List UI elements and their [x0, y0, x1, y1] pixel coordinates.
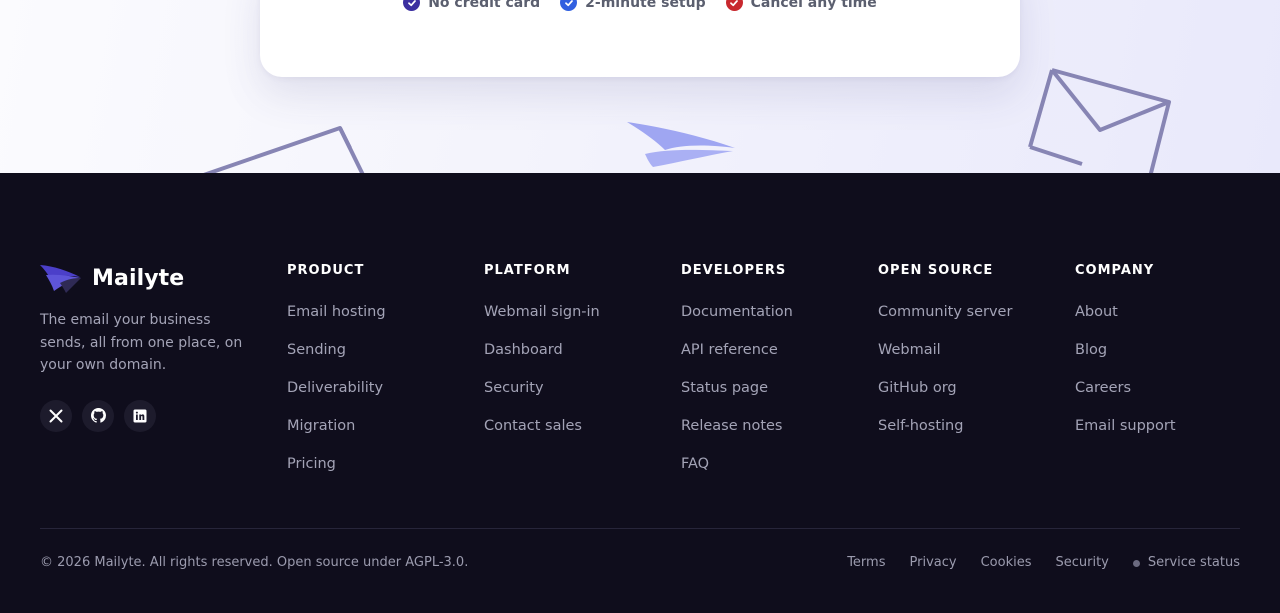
- x-social-button[interactable]: [40, 399, 72, 432]
- column-title: PLATFORM: [484, 263, 571, 278]
- github-icon: [90, 408, 106, 423]
- legal-link-security[interactable]: Security: [1055, 554, 1108, 572]
- footer-link-webmail-sign-in[interactable]: Webmail sign-in: [484, 303, 600, 321]
- check-circle-icon: [560, 0, 578, 11]
- perk-quick-setup: 2-minute setup: [560, 0, 706, 11]
- footer-link-careers[interactable]: Careers: [1075, 379, 1131, 397]
- linkedin-icon: [133, 409, 147, 422]
- footer-link-blog[interactable]: Blog: [1075, 341, 1107, 359]
- service-status-link[interactable]: Service status: [1132, 554, 1240, 572]
- perk-label: No credit card: [428, 0, 541, 11]
- perk-label: 2-minute setup: [585, 0, 706, 11]
- footer-link-migration[interactable]: Migration: [287, 417, 355, 435]
- site-footer: Mailyte The email your business sends, a…: [0, 173, 1280, 613]
- footer-link-webmail[interactable]: Webmail: [878, 341, 941, 359]
- legal-link-cookies[interactable]: Cookies: [981, 554, 1032, 572]
- brand-logo-link[interactable]: Mailyte: [40, 261, 260, 295]
- brand-tagline: The email your business sends, all from …: [40, 312, 243, 373]
- copyright-text: © 2026 Mailyte. All rights reserved. Ope…: [40, 555, 469, 570]
- footer-link-faq[interactable]: FAQ: [681, 455, 709, 473]
- footer-link-api-reference[interactable]: API reference: [681, 341, 778, 359]
- footer-link-status-page[interactable]: Status page: [681, 379, 768, 397]
- column-title: OPEN SOURCE: [878, 263, 994, 278]
- footer-divider: [40, 528, 1240, 529]
- footer-brand: Mailyte The email your business sends, a…: [40, 261, 260, 432]
- column-title: COMPANY: [1075, 263, 1155, 278]
- footer-link-email-hosting[interactable]: Email hosting: [287, 303, 386, 321]
- github-social-button[interactable]: [82, 399, 114, 432]
- legal-link-privacy[interactable]: Privacy: [910, 554, 957, 572]
- legal-link-terms[interactable]: Terms: [847, 554, 885, 572]
- footer-link-about[interactable]: About: [1075, 303, 1118, 321]
- linkedin-social-button[interactable]: [124, 399, 156, 432]
- paper-plane-decoration: [627, 122, 735, 167]
- x-icon: [49, 409, 63, 422]
- footer-link-contact-sales[interactable]: Contact sales: [484, 417, 582, 435]
- social-links: [40, 399, 260, 432]
- footer-link-dashboard[interactable]: Dashboard: [484, 341, 563, 359]
- envelope-decoration-right: [1028, 68, 1171, 173]
- mailyte-logo-icon: [40, 265, 81, 293]
- footer-link-deliverability[interactable]: Deliverability: [287, 379, 383, 397]
- footer-link-email-support[interactable]: Email support: [1075, 417, 1176, 435]
- footer-link-community-server[interactable]: Community server: [878, 303, 1012, 321]
- footer-link-sending[interactable]: Sending: [287, 341, 346, 359]
- footer-column-product: PRODUCT Email hosting Sending Deliverabi…: [287, 263, 386, 491]
- footer-column-developers: DEVELOPERS Documentation API reference S…: [681, 263, 793, 491]
- cta-card: No credit card 2-minute setup Cancel any…: [260, 0, 1020, 77]
- footer-link-release-notes[interactable]: Release notes: [681, 417, 783, 435]
- check-circle-icon: [725, 0, 743, 11]
- column-title: DEVELOPERS: [681, 263, 787, 278]
- brand-name: Mailyte: [92, 265, 185, 291]
- legal-links: Terms Privacy Cookies Security Service s…: [847, 554, 1240, 572]
- service-status-label: Service status: [1147, 555, 1240, 570]
- envelope-decoration-left: [203, 126, 365, 173]
- column-title: PRODUCT: [287, 263, 365, 278]
- footer-link-documentation[interactable]: Documentation: [681, 303, 793, 321]
- footer-column-company: COMPANY About Blog Careers Email support: [1075, 263, 1176, 453]
- status-dot-icon: [1132, 559, 1140, 567]
- perk-list: No credit card 2-minute setup Cancel any…: [260, 0, 1020, 11]
- check-circle-icon: [403, 0, 421, 11]
- hero-section: No credit card 2-minute setup Cancel any…: [0, 0, 1280, 173]
- footer-column-open-source: OPEN SOURCE Community server Webmail Git…: [878, 263, 1012, 453]
- footer-link-pricing[interactable]: Pricing: [287, 455, 336, 473]
- footer-link-github-org[interactable]: GitHub org: [878, 379, 957, 397]
- footer-link-security[interactable]: Security: [484, 379, 544, 397]
- perk-no-credit-card: No credit card: [403, 0, 540, 11]
- footer-link-self-hosting[interactable]: Self-hosting: [878, 417, 963, 435]
- footer-column-platform: PLATFORM Webmail sign-in Dashboard Secur…: [484, 263, 600, 453]
- perk-label: Cancel any time: [750, 0, 877, 11]
- perk-cancel-any-time: Cancel any time: [725, 0, 877, 11]
